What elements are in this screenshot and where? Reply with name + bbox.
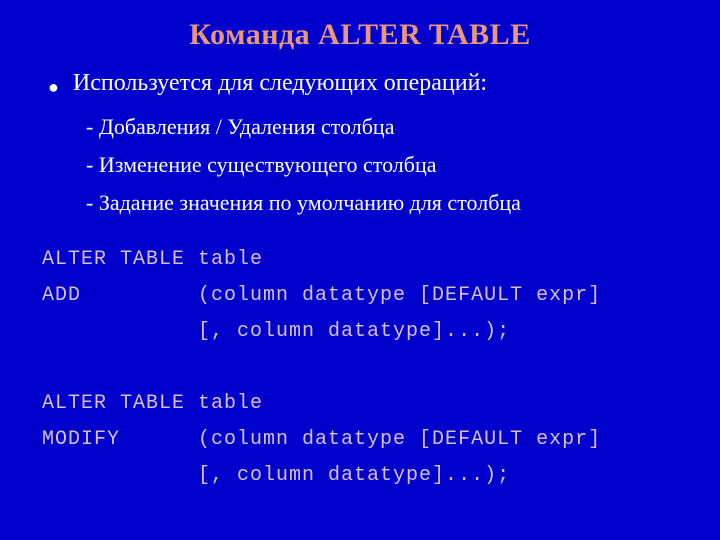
code-line: ALTER TABLE table (42, 248, 263, 271)
code-block: ALTER TABLE table ADD (column datatype [… (42, 242, 678, 494)
intro-line: ● Используется для следующих операций: (48, 70, 678, 102)
op-item: - Добавления / Удаления столбца (86, 112, 678, 142)
code-line: [, column datatype]...); (42, 464, 510, 487)
op-item: - Изменение существующего столбца (86, 150, 678, 180)
op-text: Изменение существующего столбца (99, 152, 437, 177)
code-line: MODIFY (column datatype [DEFAULT expr] (42, 428, 601, 451)
op-item: - Задание значения по умолчанию для стол… (86, 188, 678, 218)
slide: Команда ALTER TABLE ● Используется для с… (0, 0, 720, 540)
code-line: ADD (column datatype [DEFAULT expr] (42, 284, 601, 307)
slide-title: Команда ALTER TABLE (42, 18, 678, 52)
dash-icon: - (86, 114, 93, 139)
op-text: Задание значения по умолчанию для столбц… (99, 190, 521, 215)
code-line: [, column datatype]...); (42, 320, 510, 343)
op-text: Добавления / Удаления столбца (99, 114, 395, 139)
code-line: ALTER TABLE table (42, 392, 263, 415)
dash-icon: - (86, 190, 93, 215)
bullet-icon: ● (48, 72, 59, 102)
intro-text: Используется для следующих операций: (73, 70, 487, 97)
dash-icon: - (86, 152, 93, 177)
